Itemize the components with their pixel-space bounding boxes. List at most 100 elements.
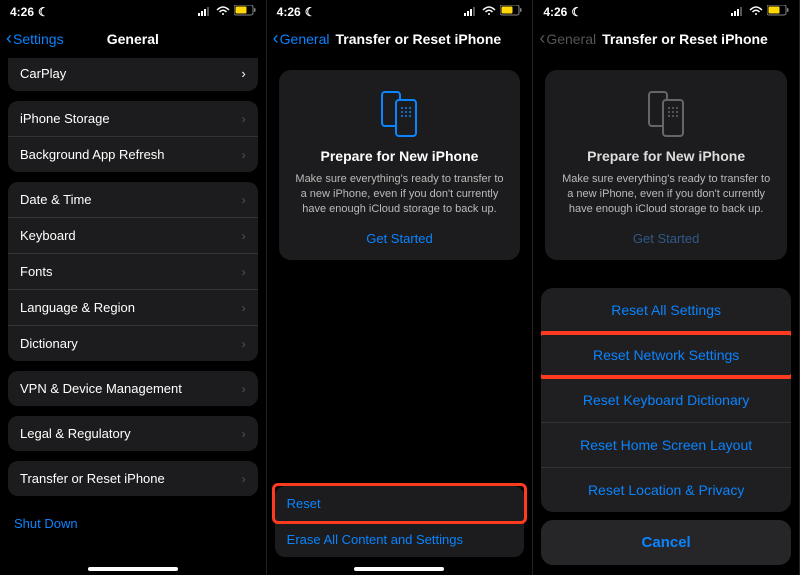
row-label: Background App Refresh: [20, 147, 165, 162]
status-time: 4:26: [10, 5, 34, 19]
back-button[interactable]: ‹ General: [273, 31, 330, 47]
wifi-icon: [482, 5, 496, 19]
row-label: VPN & Device Management: [20, 381, 182, 396]
battery-icon: [500, 5, 522, 19]
row-label: iPhone Storage: [20, 111, 110, 126]
row-label: Reset: [287, 496, 321, 511]
chevron-right-icon: ›: [242, 193, 246, 207]
status-time: 4:26: [543, 5, 567, 19]
phones-icon: [559, 88, 773, 138]
status-bar: 4:26 ☾: [0, 0, 266, 20]
row-vpn-device-management[interactable]: VPN & Device Management ›: [8, 371, 258, 406]
status-right-cluster: [198, 5, 256, 19]
page-title: General: [107, 31, 159, 47]
row-fonts[interactable]: Fonts ›: [8, 254, 258, 290]
back-label: General: [280, 31, 330, 47]
get-started-button[interactable]: Get Started: [293, 231, 507, 246]
row-label: Transfer or Reset iPhone: [20, 471, 165, 486]
row-label: CarPlay: [20, 66, 66, 81]
wifi-icon: [216, 5, 230, 19]
row-label: Keyboard: [20, 228, 76, 243]
chevron-right-icon: ›: [242, 229, 246, 243]
row-label: Legal & Regulatory: [20, 426, 131, 441]
chevron-left-icon: ‹: [6, 29, 12, 47]
prepare-card: Prepare for New iPhone Make sure everyth…: [545, 70, 787, 260]
row-keyboard[interactable]: Keyboard ›: [8, 218, 258, 254]
dnd-moon-icon: ☾: [571, 5, 582, 19]
row-background-app-refresh[interactable]: Background App Refresh ›: [8, 137, 258, 172]
row-erase-all[interactable]: Erase All Content and Settings: [275, 522, 525, 557]
row-label: Dictionary: [20, 336, 78, 351]
page-title: Transfer or Reset iPhone: [335, 31, 501, 47]
row-shut-down[interactable]: Shut Down: [0, 506, 266, 541]
chevron-right-icon: ›: [242, 301, 246, 315]
battery-icon: [234, 5, 256, 19]
back-button: ‹ General: [539, 31, 596, 47]
cancel-button[interactable]: Cancel: [541, 520, 791, 565]
battery-icon: [767, 5, 789, 19]
phones-icon: [293, 88, 507, 138]
screen-reset-action-sheet: 4:26 ☾ ‹ General Transfer or Reset iPhon…: [533, 0, 800, 575]
get-started-button: Get Started: [559, 231, 773, 246]
row-label: Language & Region: [20, 300, 135, 315]
row-legal-regulatory[interactable]: Legal & Regulatory ›: [8, 416, 258, 451]
nav-bar: ‹ General Transfer or Reset iPhone: [533, 20, 799, 58]
group-legal: Legal & Regulatory ›: [8, 416, 258, 451]
group-transfer-reset: Transfer or Reset iPhone ›: [8, 461, 258, 496]
back-label: Settings: [13, 31, 64, 47]
dnd-moon-icon: ☾: [305, 5, 316, 19]
nav-bar: ‹ General Transfer or Reset iPhone: [267, 20, 533, 58]
row-label: Erase All Content and Settings: [287, 532, 463, 547]
group-vpn: VPN & Device Management ›: [8, 371, 258, 406]
chevron-right-icon: ›: [242, 382, 246, 396]
option-reset-all-settings[interactable]: Reset All Settings: [541, 288, 791, 333]
screen-transfer-or-reset: 4:26 ☾ ‹ General Transfer or Reset iPhon…: [267, 0, 534, 575]
option-reset-location-privacy[interactable]: Reset Location & Privacy: [541, 468, 791, 512]
chevron-right-icon: ›: [242, 337, 246, 351]
action-sheet-options: Reset All Settings Reset Network Setting…: [541, 288, 791, 512]
dnd-moon-icon: ☾: [38, 5, 49, 19]
chevron-right-icon: ›: [242, 265, 246, 279]
card-heading: Prepare for New iPhone: [559, 148, 773, 164]
group-localization: Date & Time › Keyboard › Fonts › Language &…: [8, 182, 258, 361]
card-body: Make sure everything's ready to transfer…: [293, 172, 507, 217]
reset-action-sheet: Reset All Settings Reset Network Setting…: [541, 288, 791, 565]
home-indicator[interactable]: [354, 567, 444, 571]
chevron-left-icon: ‹: [273, 29, 279, 47]
cellular-signal-icon: [731, 5, 745, 19]
reset-options-list: Reset Erase All Content and Settings: [275, 486, 525, 557]
cellular-signal-icon: [198, 5, 212, 19]
row-label: Fonts: [20, 264, 53, 279]
home-indicator[interactable]: [88, 567, 178, 571]
prepare-card: Prepare for New iPhone Make sure everyth…: [279, 70, 521, 260]
chevron-left-icon: ‹: [539, 29, 545, 47]
card-body: Make sure everything's ready to transfer…: [559, 172, 773, 217]
chevron-right-icon: ›: [241, 66, 245, 81]
status-bar: 4:26 ☾: [267, 0, 533, 20]
row-dictionary[interactable]: Dictionary ›: [8, 326, 258, 361]
screen-general-settings: 4:26 ☾ ‹ Settings General CarPlay › iPho…: [0, 0, 267, 575]
status-bar: 4:26 ☾: [533, 0, 799, 20]
row-carplay[interactable]: CarPlay ›: [8, 58, 258, 91]
option-reset-home-screen-layout[interactable]: Reset Home Screen Layout: [541, 423, 791, 468]
chevron-right-icon: ›: [242, 472, 246, 486]
row-label: Date & Time: [20, 192, 92, 207]
chevron-right-icon: ›: [242, 148, 246, 162]
row-date-time[interactable]: Date & Time ›: [8, 182, 258, 218]
row-language-region[interactable]: Language & Region ›: [8, 290, 258, 326]
card-heading: Prepare for New iPhone: [293, 148, 507, 164]
wifi-icon: [749, 5, 763, 19]
row-transfer-or-reset-iphone[interactable]: Transfer or Reset iPhone ›: [8, 461, 258, 496]
row-iphone-storage[interactable]: iPhone Storage ›: [8, 101, 258, 137]
back-button[interactable]: ‹ Settings: [6, 31, 64, 47]
status-time: 4:26: [277, 5, 301, 19]
option-reset-keyboard-dictionary[interactable]: Reset Keyboard Dictionary: [541, 378, 791, 423]
row-reset[interactable]: Reset: [275, 486, 525, 522]
status-right-cluster: [464, 5, 522, 19]
page-title: Transfer or Reset iPhone: [602, 31, 768, 47]
option-reset-network-settings[interactable]: Reset Network Settings: [541, 333, 791, 378]
chevron-right-icon: ›: [242, 427, 246, 441]
group-storage: iPhone Storage › Background App Refresh ›: [8, 101, 258, 172]
status-right-cluster: [731, 5, 789, 19]
chevron-right-icon: ›: [242, 112, 246, 126]
